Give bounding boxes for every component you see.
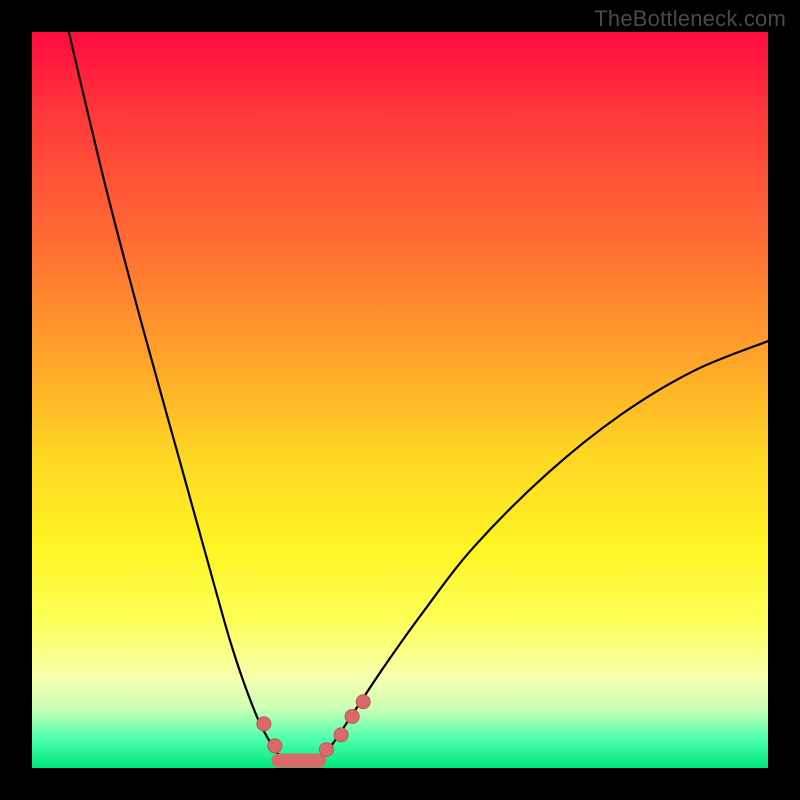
curve-right-branch <box>319 341 768 762</box>
marker-group <box>257 695 370 757</box>
marker-point <box>319 743 333 757</box>
marker-point <box>257 717 271 731</box>
plot-area <box>32 32 768 768</box>
marker-point <box>268 739 282 753</box>
marker-point <box>345 709 359 723</box>
marker-point <box>356 695 370 709</box>
curve-left-branch <box>69 32 286 762</box>
marker-point <box>334 728 348 742</box>
chart-frame: TheBottleneck.com <box>0 0 800 800</box>
attribution-watermark: TheBottleneck.com <box>594 6 786 32</box>
bottleneck-curve <box>32 32 768 768</box>
